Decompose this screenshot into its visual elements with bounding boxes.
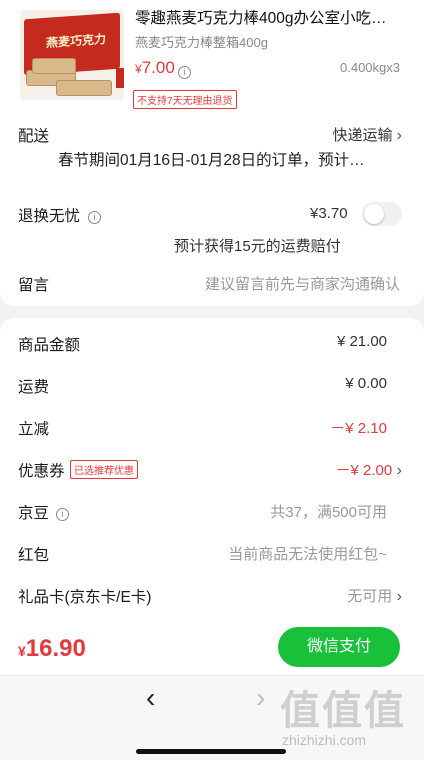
gift-card-label: 礼品卡(京东卡/E卡): [18, 589, 152, 606]
discount-label: 立减: [18, 421, 50, 438]
product-thumbnail[interactable]: 燕麦巧克力: [20, 10, 124, 100]
delivery-method[interactable]: 快递运输 ›: [332, 124, 402, 145]
jd-beans-value: 共37，满500可用: [270, 504, 387, 521]
product-price: ¥7.00: [135, 58, 175, 78]
shipping-value: ¥ 0.00: [345, 375, 387, 392]
chevron-right-icon: ›: [396, 462, 402, 479]
back-arrow-icon[interactable]: ‹: [146, 682, 155, 714]
chevron-right-icon: ›: [396, 588, 402, 605]
delivery-label: 配送: [18, 128, 50, 145]
red-packet-value: 当前商品无法使用红包~: [228, 546, 387, 563]
forward-arrow-icon[interactable]: ›: [256, 682, 265, 714]
worry-free-info-icon[interactable]: i: [88, 207, 101, 225]
total-currency: ¥: [18, 643, 26, 659]
worry-free-note: 预计获得15元的运费赔付: [174, 238, 341, 255]
product-title[interactable]: 零趣燕麦巧克力棒400g办公室小吃…: [135, 6, 407, 28]
product-spec: 燕麦巧克力棒整箱400g: [135, 35, 268, 50]
jd-beans-info-icon[interactable]: i: [56, 504, 69, 522]
price-value: 7.00: [141, 58, 175, 77]
worry-free-toggle[interactable]: [362, 202, 402, 226]
goods-amount-label: 商品金额: [18, 337, 81, 354]
price-currency: ¥: [135, 62, 142, 76]
coupon-value: －¥ 2.00: [335, 462, 393, 479]
worry-free-label: 退换无忧: [18, 208, 81, 225]
goods-amount-value: ¥ 21.00: [336, 333, 387, 350]
discount-value: －¥ 2.10: [330, 420, 387, 437]
toggle-knob: [364, 204, 384, 224]
total-value: 16.90: [25, 635, 86, 662]
watermark-url: zhizhizhi.com: [282, 732, 367, 748]
bar-image: [56, 80, 112, 96]
product-weight: 0.400kgx3: [340, 60, 400, 75]
gift-card-selector[interactable]: 无可用 ›: [347, 585, 402, 606]
coupon-selector[interactable]: －¥ 2.00 ›: [336, 459, 403, 480]
jd-beans-label: 京豆: [18, 505, 50, 522]
bar-image: [32, 58, 76, 74]
delivery-method-text: 快递运输: [332, 127, 393, 144]
watermark-logo: 值值值: [280, 689, 406, 733]
message-input[interactable]: 建议留言前先与商家沟通确认: [205, 273, 400, 294]
home-indicator[interactable]: [136, 749, 286, 754]
coupon-badge: 已选推荐优惠: [70, 460, 138, 479]
red-packet-label: 红包: [18, 547, 50, 564]
shipping-label: 运费: [18, 379, 50, 396]
chevron-right-icon: ›: [396, 127, 402, 144]
message-label: 留言: [18, 277, 50, 294]
order-total: ¥16.90: [18, 635, 86, 663]
price-info-icon[interactable]: i: [178, 62, 191, 80]
gift-card-value: 无可用: [347, 588, 393, 605]
bar-wrapper-image: [116, 68, 124, 88]
wechat-pay-button[interactable]: 微信支付: [278, 627, 400, 667]
coupon-label: 优惠券: [18, 463, 65, 480]
holiday-delivery-notice: 春节期间01月16日-01月28日的订单，预计…: [58, 152, 365, 169]
worry-free-price: ¥3.70: [310, 205, 348, 222]
return-policy-tag: 不支持7天无理由退货: [133, 90, 237, 109]
